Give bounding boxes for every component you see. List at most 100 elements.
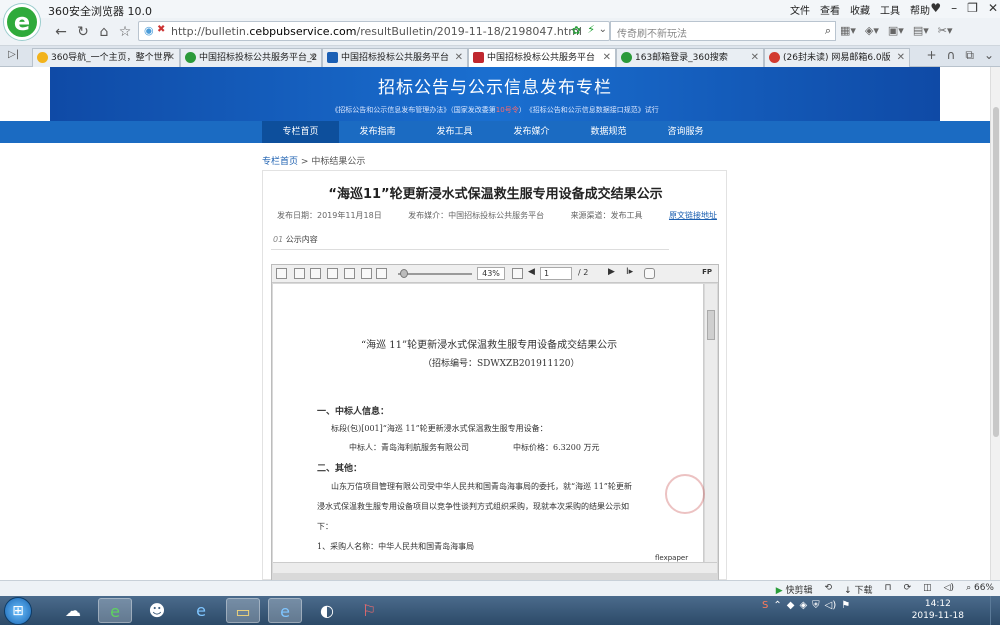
start-button[interactable]: ⊞	[4, 597, 32, 625]
nav-tools[interactable]: 发布工具	[416, 121, 493, 143]
zoom-slider-handle[interactable]	[400, 269, 408, 278]
tab-close-icon[interactable]: ✕	[897, 49, 905, 67]
fit-width-icon[interactable]	[344, 268, 355, 279]
original-link[interactable]: 原文链接地址	[669, 210, 717, 221]
reload-icon[interactable]: ⟳	[904, 583, 912, 596]
tab-360-nav[interactable]: 360导航_一个主页，整个世界 ✕	[32, 48, 180, 67]
page-number-input[interactable]: 1	[540, 267, 572, 280]
taskbar-explorer-icon[interactable]: ▭	[226, 598, 260, 623]
skin-icon[interactable]: ♥	[930, 1, 941, 15]
text-select-icon[interactable]: I▸	[626, 267, 633, 277]
two-page-icon[interactable]	[310, 268, 321, 279]
new-tab-icon[interactable]: +	[927, 48, 937, 63]
extension-icon[interactable]: ◈▾	[865, 24, 879, 37]
breadcrumb-home[interactable]: 专栏首页	[262, 157, 298, 167]
taskbar-media-icon[interactable]: ◐	[310, 598, 344, 623]
next-page-icon[interactable]: ▶	[608, 267, 615, 277]
tab-cebpub-active[interactable]: 中国招标投标公共服务平台 ✕	[468, 48, 616, 68]
prev-page-icon[interactable]: ◀	[528, 267, 535, 277]
taskbar-qq-icon[interactable]: ☻	[140, 598, 174, 623]
sidebar-toggle-icon[interactable]: ▷|	[8, 49, 19, 60]
search-input[interactable]: 传奇刷不新玩法	[617, 25, 687, 40]
single-page-icon[interactable]	[294, 268, 305, 279]
chevron-down-icon[interactable]: ⌄	[984, 48, 994, 63]
tab-cebpub-3[interactable]: 中国招标投标公共服务平台 ✕	[322, 48, 468, 67]
rotate-icon[interactable]	[376, 268, 387, 279]
apps-icon[interactable]: ▦▾	[840, 24, 856, 37]
back-icon[interactable]: ←	[52, 23, 70, 41]
zoom-level[interactable]: 43%	[477, 267, 505, 280]
search-icon[interactable]: ⌕	[825, 24, 831, 38]
volume-icon[interactable]: ◁)	[944, 583, 954, 596]
tab-163-search[interactable]: 163邮箱登录_360搜索 ✕	[616, 48, 764, 67]
nav-guide[interactable]: 发布指南	[339, 121, 416, 143]
address-text[interactable]: http://bulletin.cebpubservice.com/result…	[171, 25, 582, 38]
address-bar[interactable]: ◉ ✖ http://bulletin.cebpubservice.com/re…	[138, 21, 610, 41]
minimize-button[interactable]: –	[951, 1, 957, 15]
banner-sub-red[interactable]: 10号令	[496, 106, 519, 114]
tab-close-icon[interactable]: ✕	[751, 49, 759, 67]
tab-close-icon[interactable]: ✕	[603, 49, 611, 67]
hand-tool-icon[interactable]	[644, 268, 655, 279]
share-icon[interactable]: ⟲	[825, 583, 833, 596]
menu-favorites[interactable]: 收藏	[850, 2, 870, 17]
viewer-horizontal-scrollbar[interactable]	[273, 562, 717, 573]
banner-sub-text-2[interactable]: ） 《招标公告和公示信息数据接口规范》试行	[519, 106, 659, 114]
tray-network-icon[interactable]: ◆	[787, 600, 795, 611]
tray-security-icon[interactable]: ◈	[799, 600, 807, 611]
nav-media[interactable]: 发布媒介	[493, 121, 570, 143]
speed-icon[interactable]: ⚡	[587, 23, 595, 36]
menu-file[interactable]: 文件	[790, 2, 810, 17]
taskbar-ie2-icon[interactable]: e	[268, 598, 302, 623]
tab-cebpub-2[interactable]: 中国招标投标公共服务平台_2 ✕	[180, 48, 322, 67]
zoom-slider[interactable]	[398, 273, 472, 275]
search-box[interactable]: 传奇刷不新玩法 ⌕	[610, 21, 836, 41]
window-icon[interactable]: ◫	[923, 583, 932, 596]
screenshot-icon[interactable]: ✂▾	[938, 24, 953, 37]
thumbnail-icon[interactable]	[327, 268, 338, 279]
zoom-status[interactable]: ⌕ 66%	[966, 583, 994, 596]
tab-163-mail[interactable]: (26封未读) 网易邮箱6.0版 ✕	[764, 48, 910, 67]
pin-icon[interactable]: ⊓	[885, 583, 892, 596]
fit-height-icon[interactable]	[361, 268, 372, 279]
taskbar-360-browser-icon[interactable]: e	[98, 598, 132, 623]
fullscreen-icon[interactable]	[512, 268, 523, 279]
banner-sub-text[interactable]: 《招标公告和公示信息发布管理办法》（国家发改委第	[331, 106, 496, 114]
tab-list-icon[interactable]: ⧉	[965, 48, 974, 63]
menu-tools[interactable]: 工具	[880, 2, 900, 17]
tab-close-icon[interactable]: ✕	[167, 49, 175, 67]
maximize-button[interactable]: ❐	[967, 1, 978, 15]
taskbar-ie-icon[interactable]: e	[184, 598, 218, 623]
tray-shield-icon[interactable]: ⛨	[812, 600, 820, 611]
menu-view[interactable]: 查看	[820, 2, 840, 17]
page-info-icon[interactable]: ◉	[144, 24, 154, 37]
tab-close-icon[interactable]: ✕	[455, 49, 463, 67]
page-scroll-thumb[interactable]	[993, 107, 999, 437]
adblock-icon[interactable]: ▣▾	[888, 24, 904, 37]
tray-flag-icon[interactable]: ⚑	[841, 600, 850, 611]
tray-chevron-icon[interactable]: ⌃	[773, 600, 781, 611]
tab-close-icon[interactable]: ✕	[309, 49, 317, 67]
tray-volume-icon[interactable]: ◁)	[825, 600, 837, 611]
taskbar-pdf-icon[interactable]: ⚐	[352, 598, 386, 623]
show-desktop-button[interactable]	[990, 596, 1000, 625]
quick-clip-button[interactable]: ▶ 快剪辑	[776, 583, 813, 596]
home-icon[interactable]: ⌂	[95, 23, 113, 41]
chevron-down-icon[interactable]: ⌄	[599, 24, 607, 35]
viewer-scroll-thumb[interactable]	[707, 310, 715, 340]
clock[interactable]: 14:12 2019-11-18	[912, 598, 964, 622]
download-button[interactable]: ↓ 下载	[844, 583, 872, 596]
print-icon[interactable]	[276, 268, 287, 279]
undo-close-icon[interactable]: ∩	[947, 48, 956, 63]
viewer-vertical-scrollbar[interactable]	[705, 284, 717, 562]
nav-consult[interactable]: 咨询服务	[647, 121, 724, 143]
taskbar-app-cloud-icon[interactable]: ☁	[56, 598, 90, 623]
star-icon[interactable]: ☆	[116, 23, 134, 41]
insecure-icon[interactable]: ✖	[157, 24, 165, 35]
nav-home[interactable]: 专栏首页	[262, 121, 339, 143]
compat-icon[interactable]: ✿	[572, 24, 581, 37]
nav-spec[interactable]: 数据规范	[570, 121, 647, 143]
tray-app-icon[interactable]: S	[762, 600, 768, 611]
refresh-icon[interactable]: ↻	[74, 23, 92, 41]
menu-help[interactable]: 帮助	[910, 2, 930, 17]
